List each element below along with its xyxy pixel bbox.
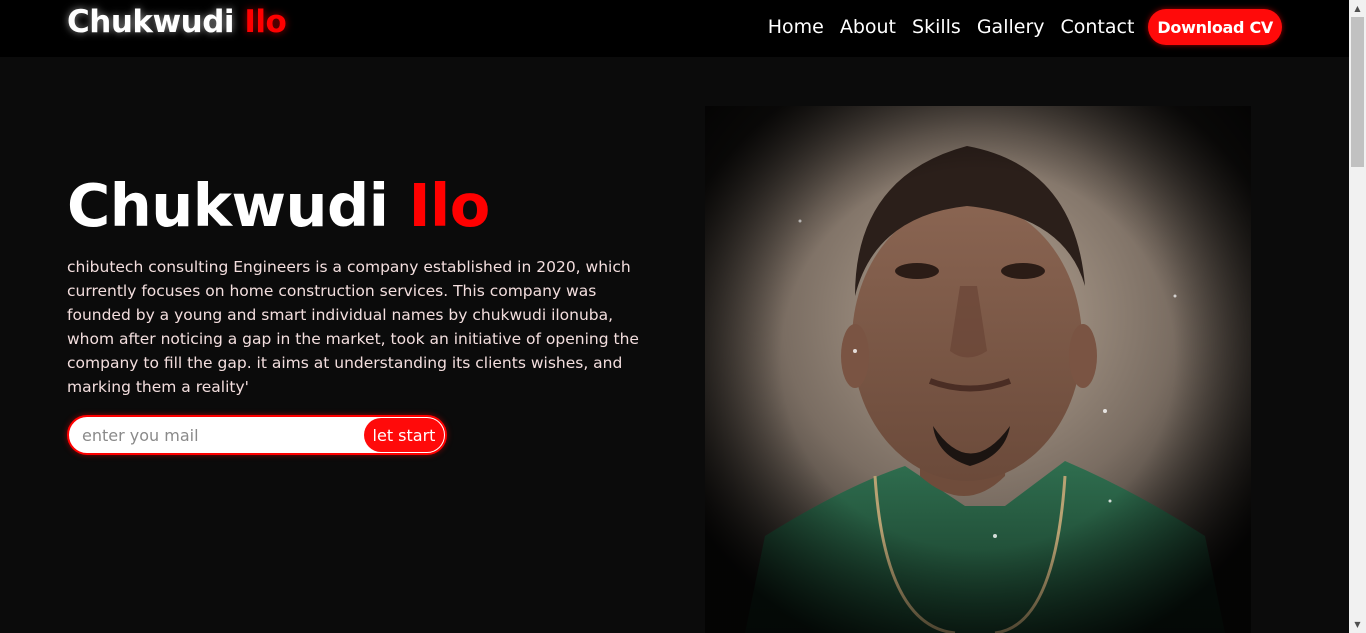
logo-last-name: Ilo: [244, 4, 287, 40]
let-start-button[interactable]: let start: [364, 418, 444, 452]
email-subscribe-form: let start: [67, 415, 447, 455]
hero-title-last: Ilo: [408, 171, 491, 240]
hero-title-first: Chukwudi: [67, 171, 389, 240]
email-input[interactable]: [69, 417, 369, 453]
hero-title: Chukwudi Ilo: [67, 170, 490, 242]
top-navbar: Chukwudi Ilo Home About Skills Gallery C…: [0, 0, 1349, 57]
nav-link-gallery[interactable]: Gallery: [977, 9, 1045, 45]
scroll-down-arrow-icon[interactable]: ▼: [1349, 616, 1366, 633]
scroll-thumb[interactable]: [1351, 17, 1364, 167]
vertical-scrollbar[interactable]: ▲ ▼: [1349, 0, 1366, 633]
nav-links: Home About Skills Gallery Contact Downlo…: [752, 9, 1282, 45]
hero-description: chibutech consulting Engineers is a comp…: [67, 258, 639, 396]
nav-link-home[interactable]: Home: [768, 9, 824, 45]
profile-photo: [705, 106, 1251, 633]
nav-link-skills[interactable]: Skills: [912, 9, 961, 45]
site-logo[interactable]: Chukwudi Ilo: [67, 2, 287, 42]
person-photo-icon: [705, 106, 1251, 633]
nav-link-about[interactable]: About: [840, 9, 896, 45]
scroll-up-arrow-icon[interactable]: ▲: [1349, 0, 1366, 17]
download-cv-button[interactable]: Download CV: [1148, 9, 1282, 45]
logo-first-name: Chukwudi: [67, 4, 235, 40]
nav-link-contact[interactable]: Contact: [1061, 9, 1135, 45]
